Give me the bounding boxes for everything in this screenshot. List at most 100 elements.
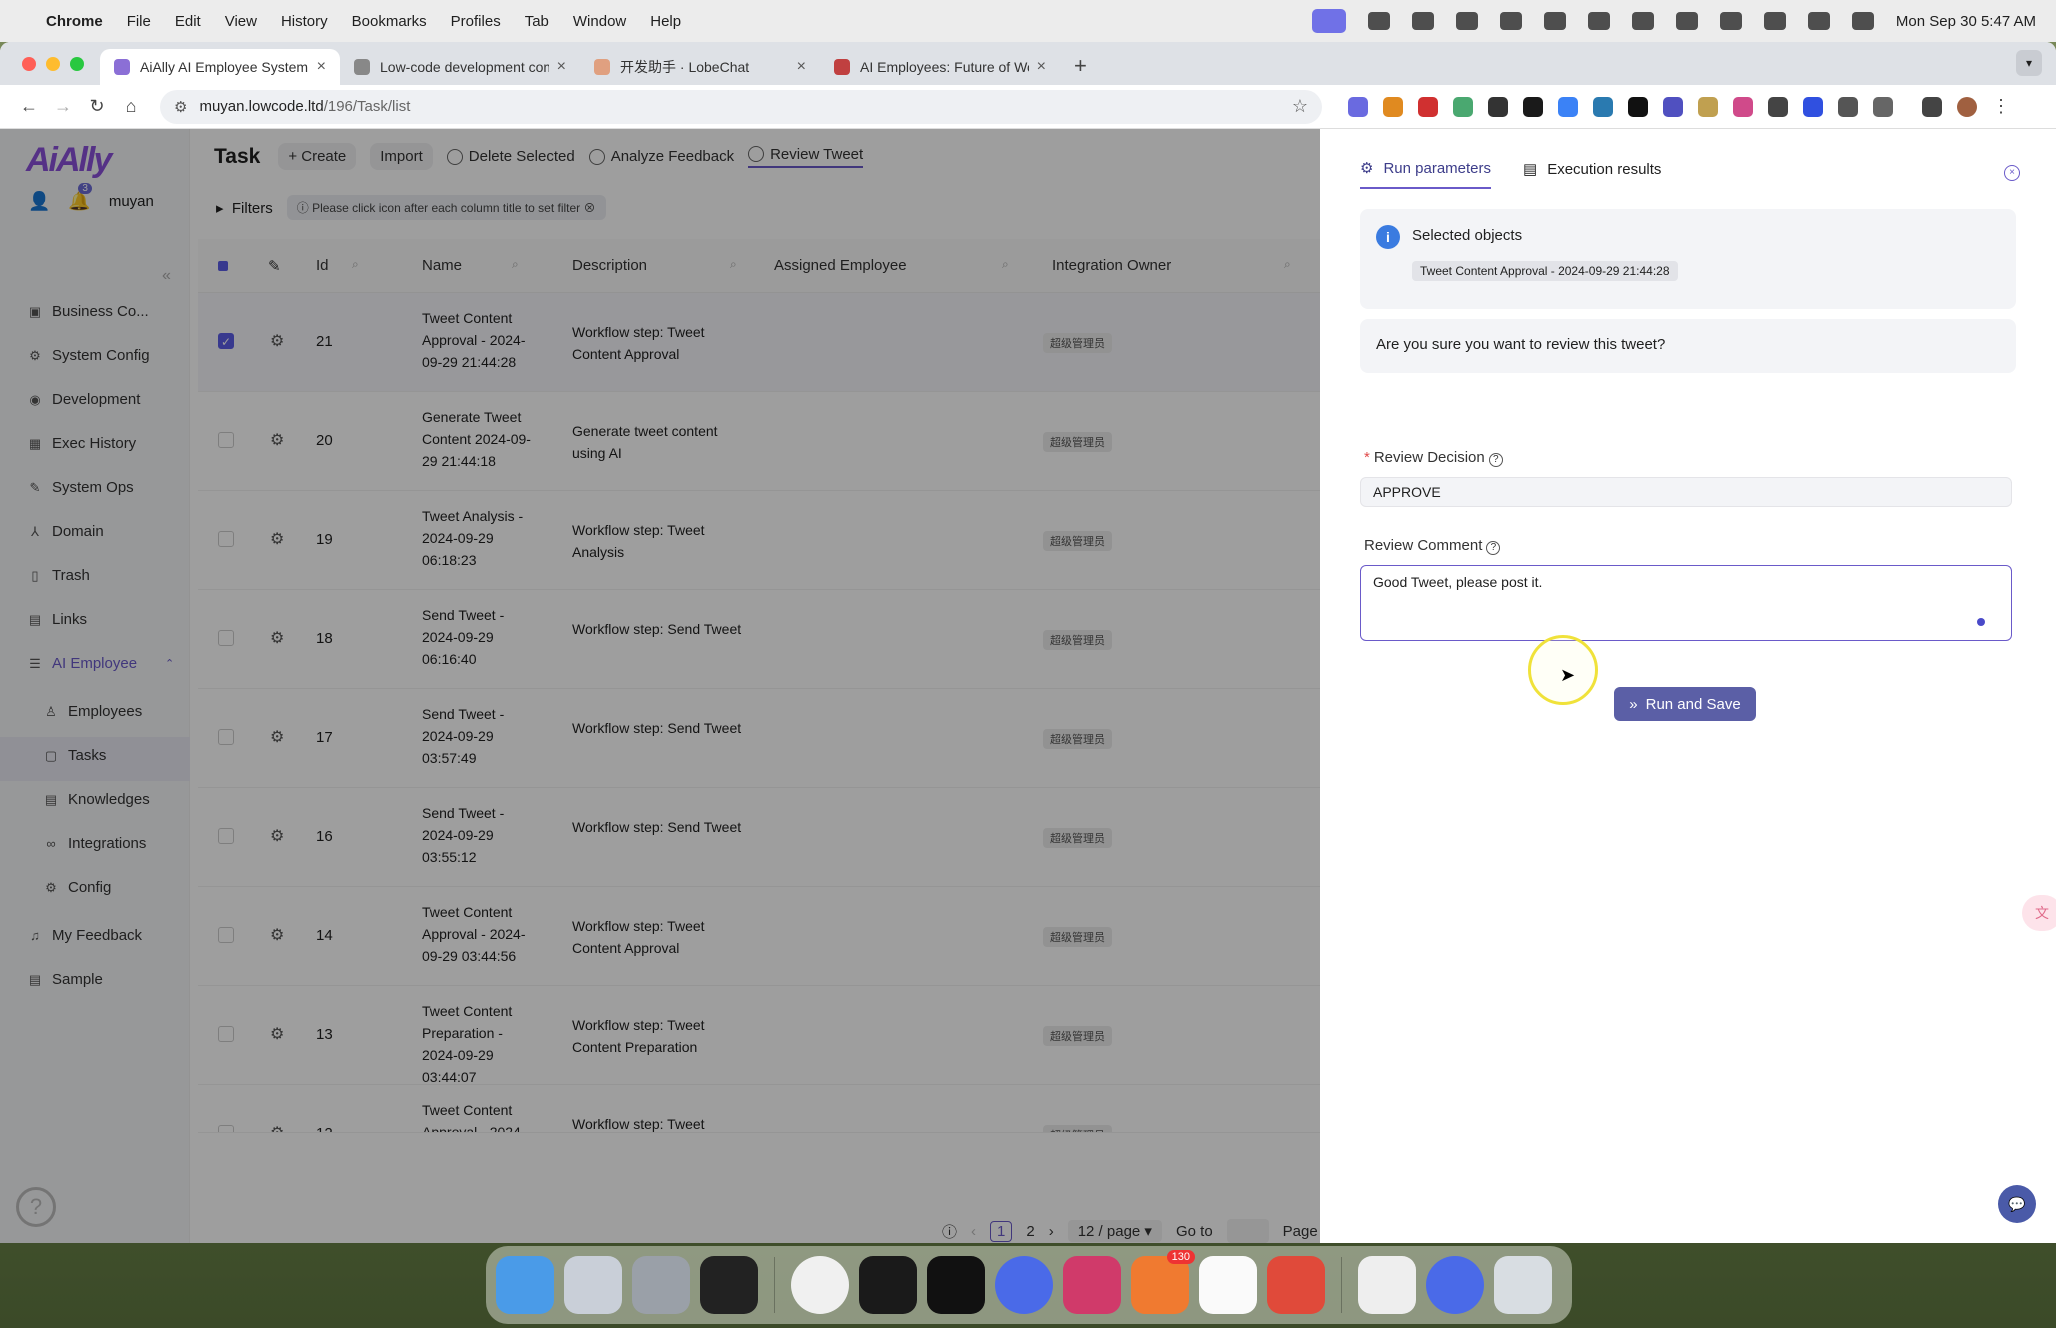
screen-share-icon[interactable]	[1311, 9, 1346, 33]
dock-intellij[interactable]	[1063, 1256, 1121, 1314]
menu-window[interactable]: Window	[573, 13, 626, 30]
field-label: Review Decision	[1373, 449, 1485, 466]
extensions-bar: ⋮	[1348, 96, 2010, 117]
dock-aially[interactable]	[1358, 1256, 1416, 1314]
tab-run-parameters[interactable]: ⚙ Run parameters	[1360, 159, 1492, 189]
dock-finder[interactable]	[496, 1256, 554, 1314]
extension-icon[interactable]	[1453, 96, 1473, 117]
extension-icon[interactable]	[1803, 96, 1823, 117]
status-app-icon[interactable]	[1499, 12, 1522, 30]
dock-toolbox[interactable]: 130	[1131, 1250, 1195, 1314]
menu-tab[interactable]: Tab	[525, 13, 549, 30]
menu-help[interactable]: Help	[650, 13, 681, 30]
extension-icon[interactable]	[1628, 96, 1648, 117]
review-decision-select[interactable]: APPROVE	[1360, 477, 2012, 507]
battery-icon[interactable]	[1719, 12, 1742, 30]
extension-icon[interactable]	[1488, 96, 1508, 117]
close-tab-icon[interactable]: ×	[557, 58, 566, 76]
menu-edit[interactable]: Edit	[175, 13, 201, 30]
home-icon[interactable]: ⌂	[114, 96, 148, 117]
browser-tab[interactable]: Low-code development comm ×	[340, 49, 580, 85]
site-info-icon[interactable]: ⚙	[174, 98, 187, 116]
run-and-save-button[interactable]: » Run and Save	[1614, 687, 1756, 721]
dock-pinwheel-2[interactable]	[1426, 1256, 1484, 1314]
question-icon[interactable]: ?	[1488, 453, 1503, 467]
extension-icon[interactable]	[1383, 96, 1403, 117]
menu-profiles[interactable]: Profiles	[451, 13, 501, 30]
browser-tab-title: 开发助手 · LobeChat	[620, 59, 750, 75]
dock-system-settings[interactable]	[632, 1256, 690, 1314]
modal-mask[interactable]	[0, 129, 190, 1243]
status-app-icon[interactable]	[1543, 12, 1566, 30]
selected-objects-label: Selected objects	[1412, 227, 1523, 244]
status-app-icon[interactable]	[1455, 12, 1478, 30]
input-source-icon[interactable]	[1675, 12, 1698, 30]
moon-icon[interactable]	[1631, 12, 1654, 30]
url-bar[interactable]: ⚙ muyan.lowcode.ltd /196/Task/list ☆	[160, 89, 1322, 124]
tab-execution-results[interactable]: ▤ Execution results	[1523, 159, 1661, 189]
extension-icon[interactable]	[1418, 96, 1438, 117]
close-tab-icon[interactable]: ×	[797, 58, 806, 76]
back-icon[interactable]: ←	[12, 96, 46, 117]
tab-search-icon[interactable]: ▾	[2016, 50, 2042, 76]
control-center-icon[interactable]	[1851, 12, 1874, 30]
extension-icon[interactable]	[1523, 96, 1543, 117]
download-icon[interactable]	[1922, 96, 1942, 117]
extension-icon[interactable]	[1663, 96, 1683, 117]
close-window-icon[interactable]	[22, 57, 36, 71]
close-drawer-icon[interactable]: ×	[2004, 165, 2020, 181]
menu-app-name[interactable]: Chrome	[46, 13, 103, 30]
status-app-icon[interactable]	[1367, 12, 1390, 30]
extension-icon[interactable]	[1593, 96, 1613, 117]
bookmark-star-icon[interactable]: ☆	[1292, 96, 1308, 117]
status-app-icon[interactable]	[1411, 12, 1434, 30]
menu-file[interactable]: File	[127, 13, 151, 30]
dock-pinwheel[interactable]	[995, 1256, 1053, 1314]
extension-icon[interactable]	[1733, 96, 1753, 117]
dock-launchpad[interactable]	[564, 1256, 622, 1314]
dock-intellij-ce[interactable]	[1267, 1256, 1325, 1314]
spotlight-icon[interactable]	[1807, 12, 1830, 30]
translate-icon[interactable]: 文	[2022, 895, 2056, 931]
extension-icon[interactable]	[1348, 96, 1368, 117]
window-controls	[22, 57, 84, 71]
dock-cursor[interactable]	[700, 1256, 758, 1314]
dock-java[interactable]	[1199, 1256, 1257, 1314]
profile-avatar[interactable]	[1957, 96, 1977, 117]
grammar-indicator-icon[interactable]	[1977, 618, 1985, 626]
dock-chrome[interactable]	[791, 1256, 849, 1314]
status-app-icon[interactable]	[1587, 12, 1610, 30]
browser-tab[interactable]: AiAlly AI Employee System ×	[100, 49, 340, 85]
menu-history[interactable]: History	[281, 13, 328, 30]
modal-mask[interactable]	[190, 129, 1320, 1243]
browser-tab-title: AiAlly AI Employee System	[140, 59, 309, 75]
review-comment-textarea[interactable]: Good Tweet, please post it.	[1360, 565, 2012, 641]
favicon-icon	[594, 59, 610, 75]
forward-icon[interactable]: →	[46, 96, 80, 117]
reload-icon[interactable]: ↻	[80, 96, 114, 117]
extension-icon[interactable]	[1838, 96, 1858, 117]
extension-icon[interactable]	[1768, 96, 1788, 117]
browser-tab[interactable]: 开发助手 · LobeChat ×	[580, 49, 820, 85]
chrome-window: AiAlly AI Employee System × Low-code dev…	[0, 42, 2056, 1243]
browser-tab[interactable]: AI Employees: Future of Work ×	[820, 49, 1060, 85]
question-icon[interactable]: ?	[1486, 541, 1501, 555]
chat-icon[interactable]: 💬	[1998, 1185, 2036, 1223]
close-tab-icon[interactable]: ×	[317, 58, 326, 76]
extension-icon[interactable]	[1558, 96, 1578, 117]
dock-terminal[interactable]	[859, 1256, 917, 1314]
menubar-clock[interactable]: Mon Sep 30 5:47 AM	[1896, 13, 2036, 30]
dock-iterm[interactable]	[927, 1256, 985, 1314]
wifi-icon[interactable]	[1763, 12, 1786, 30]
extensions-puzzle-icon[interactable]	[1873, 96, 1893, 117]
chrome-menu-icon[interactable]: ⋮	[1992, 96, 2010, 117]
mouse-cursor-icon: ➤	[1560, 665, 1576, 685]
minimize-window-icon[interactable]	[46, 57, 60, 71]
menu-bookmarks[interactable]: Bookmarks	[352, 13, 427, 30]
dock-trash[interactable]	[1494, 1256, 1552, 1314]
close-tab-icon[interactable]: ×	[1037, 58, 1046, 76]
new-tab-icon[interactable]: +	[1060, 53, 1101, 85]
extension-icon[interactable]	[1698, 96, 1718, 117]
menu-view[interactable]: View	[225, 13, 257, 30]
zoom-window-icon[interactable]	[70, 57, 84, 71]
